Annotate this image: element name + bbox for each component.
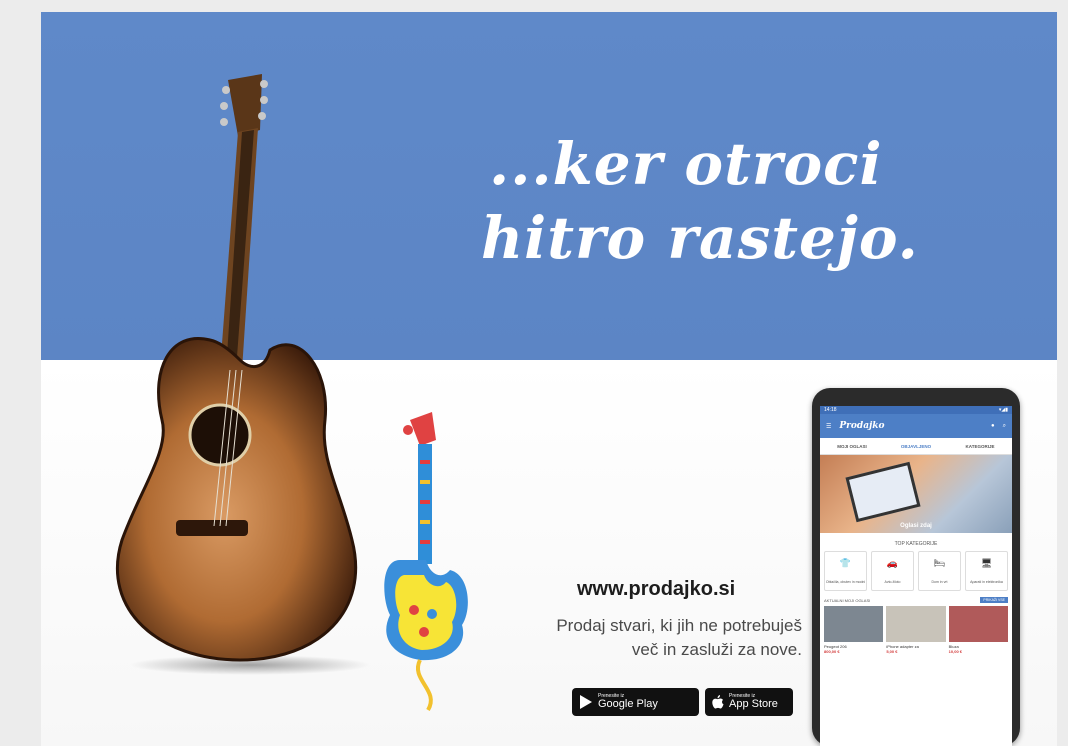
tab-categories[interactable]: KATEGORIJE bbox=[948, 444, 1012, 449]
category-home[interactable]: 🛏 Dom in vrt bbox=[918, 551, 961, 591]
play-icon bbox=[580, 695, 592, 709]
top-categories: 👕 Oblačila, obutev in modni 🚗 Avto-Moto … bbox=[820, 551, 1012, 591]
tablet-image bbox=[845, 461, 921, 523]
car-icon: 🚗 bbox=[886, 557, 899, 568]
phone-status-bar: 14:18 ▾◢▮ bbox=[820, 406, 1012, 414]
website-url[interactable]: www.prodajko.si bbox=[577, 578, 735, 601]
shirt-icon: 👕 bbox=[839, 557, 852, 568]
listing-item[interactable]: iPhone adapter za 5,00 € bbox=[886, 606, 946, 654]
slogan-line-1: ...ker otroci bbox=[489, 130, 883, 198]
tab-published[interactable]: OBJAVLJENO bbox=[884, 444, 948, 449]
acoustic-guitar-image bbox=[115, 74, 370, 675]
tagline-line-1: Prodaj stvari, ki jih ne potrebuješ bbox=[556, 616, 802, 635]
listing-image bbox=[948, 606, 1008, 642]
top-categories-title: TOP KATEGORIJE bbox=[894, 541, 938, 547]
slogan-line-2: hitro rastejo. bbox=[481, 204, 919, 272]
phone-screen: 14:18 ▾◢▮ ☰ Prodajko ● ⌕ MOJI OGLASI OBJ… bbox=[820, 406, 1012, 746]
status-time: 14:18 bbox=[824, 407, 837, 413]
listing-item[interactable]: Peugeot 206 800,00 € bbox=[824, 606, 884, 654]
category-label: Oblačila, obutev in modni bbox=[825, 580, 866, 585]
app-logo: Prodajko bbox=[839, 421, 885, 431]
category-electronics[interactable]: 🖥 Aparati in elektronika bbox=[965, 551, 1008, 591]
app-tabs: MOJI OGLASI OBJAVLJENO KATEGORIJE bbox=[820, 438, 1012, 455]
chat-icon[interactable]: ● bbox=[991, 423, 995, 429]
app-toolbar: ☰ Prodajko ● ⌕ bbox=[820, 414, 1012, 438]
search-icon[interactable]: ⌕ bbox=[1003, 423, 1006, 430]
tab-my-ads[interactable]: MOJI OGLASI bbox=[820, 444, 884, 449]
phone-mockup: 14:18 ▾◢▮ ☰ Prodajko ● ⌕ MOJI OGLASI OBJ… bbox=[812, 388, 1020, 746]
menu-icon[interactable]: ☰ bbox=[826, 423, 831, 430]
status-icons: ▾◢▮ bbox=[998, 407, 1008, 413]
show-all-button[interactable]: PRIKAŽI VSE bbox=[980, 597, 1008, 603]
listing-price: 5,00 € bbox=[886, 649, 898, 654]
recent-ads-title: AKTUALNI MOJI OGLASI bbox=[824, 597, 871, 603]
listing-price: 10,00 € bbox=[948, 649, 963, 654]
toy-guitar-image bbox=[384, 412, 468, 712]
banner-caption: Oglasi zdaj bbox=[900, 523, 932, 529]
listing-image bbox=[824, 606, 884, 642]
listing-price: 800,00 € bbox=[824, 649, 840, 654]
category-label: Avto-Moto bbox=[884, 580, 901, 585]
google-play-label: Google Play bbox=[598, 698, 658, 710]
recent-ads-header: AKTUALNI MOJI OGLASI PRIKAŽI VSE bbox=[820, 591, 1012, 606]
listing-item[interactable]: Bluza 10,00 € bbox=[948, 606, 1008, 654]
app-store-label: App Store bbox=[729, 698, 778, 710]
monitor-icon: 🖥 bbox=[980, 557, 993, 568]
apple-icon bbox=[712, 695, 724, 709]
listing-image bbox=[886, 606, 946, 642]
app-promo-banner[interactable]: Oglasi zdaj bbox=[820, 455, 1012, 533]
category-label: Dom in vrt bbox=[931, 580, 948, 585]
category-label: Aparati in elektronika bbox=[970, 580, 1003, 585]
google-play-badge[interactable]: Prenesite iz Google Play bbox=[572, 688, 699, 716]
tagline-line-2: več in zasluži za nove. bbox=[631, 640, 802, 659]
bed-icon: 🛏 bbox=[933, 557, 946, 568]
category-auto-moto[interactable]: 🚗 Avto-Moto bbox=[871, 551, 914, 591]
recent-listings: Peugeot 206 800,00 € iPhone adapter za 5… bbox=[820, 606, 1012, 654]
category-clothing[interactable]: 👕 Oblačila, obutev in modni bbox=[824, 551, 867, 591]
app-store-badge[interactable]: Prenesite iz App Store bbox=[705, 688, 793, 716]
